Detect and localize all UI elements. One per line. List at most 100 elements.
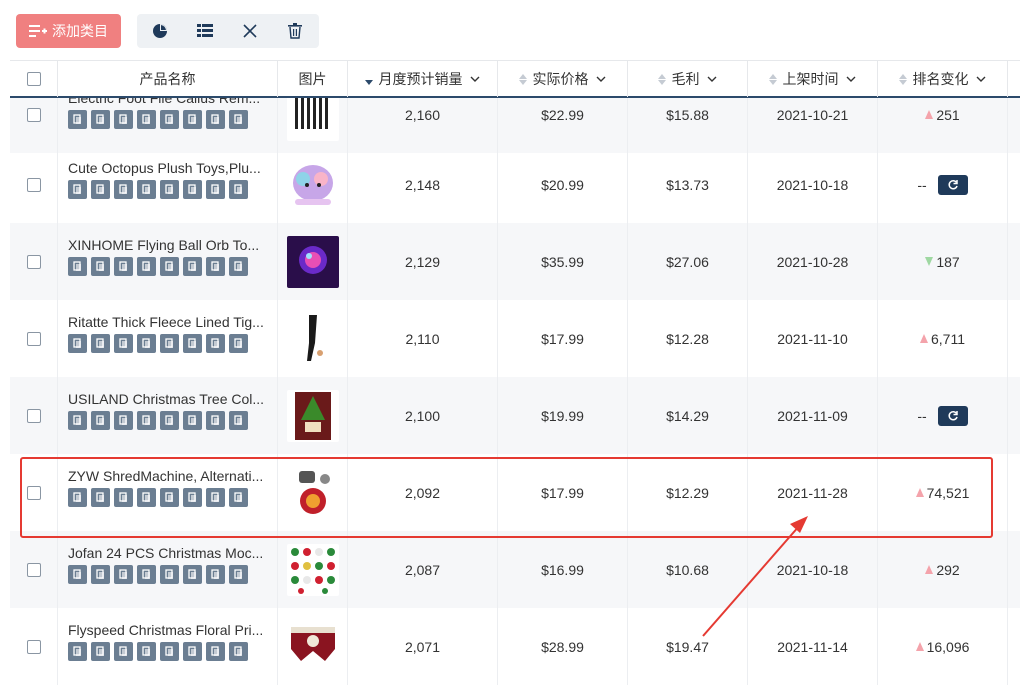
duplicate-icon[interactable] [91,565,110,584]
product-thumbnail[interactable] [286,543,339,596]
col-price[interactable]: 实际价格 [498,61,628,97]
hammer-icon[interactable] [137,257,156,276]
row-checkbox[interactable] [26,562,41,577]
calculator-icon[interactable] [206,488,225,507]
refresh-button[interactable] [937,405,968,426]
product-thumbnail[interactable] [286,620,339,673]
select-all-checkbox[interactable] [26,72,41,86]
copy-icon[interactable] [68,565,87,584]
hammer-icon[interactable] [114,257,133,276]
review-icon[interactable] [183,642,202,661]
product-thumbnail[interactable] [286,158,339,211]
review-icon[interactable] [183,411,202,430]
chart-icon[interactable] [229,411,248,430]
hammer-icon[interactable] [160,257,179,276]
product-name[interactable]: XINHOME Flying Ball Orb To... [68,237,268,255]
product-name[interactable]: ZYW ShredMachine, Alternati... [68,468,268,486]
clear-button[interactable] [227,14,272,48]
copy-icon[interactable] [68,257,87,276]
copy-icon[interactable] [68,334,87,353]
hammer-icon[interactable] [137,411,156,430]
product-name[interactable]: Electric Foot File Callus Rem... [68,98,268,108]
hammer-icon[interactable] [114,411,133,430]
pie-chart-button[interactable] [137,14,182,48]
chevron-down-icon[interactable] [595,73,607,85]
hammer-icon[interactable] [160,180,179,199]
hammer-icon[interactable] [160,642,179,661]
hammer-icon[interactable] [137,642,156,661]
product-name[interactable]: Ritatte Thick Fleece Lined Tig... [68,314,268,332]
calculator-icon[interactable] [206,180,225,199]
product-thumbnail[interactable] [286,235,339,288]
add-category-button[interactable]: 添加类目 [16,14,121,48]
copy-icon[interactable] [68,411,87,430]
hammer-icon[interactable] [114,565,133,584]
copy-icon[interactable] [68,180,87,199]
hammer-icon[interactable] [160,411,179,430]
hammer-icon[interactable] [137,334,156,353]
duplicate-icon[interactable] [91,257,110,276]
hammer-icon[interactable] [114,180,133,199]
product-thumbnail[interactable] [286,466,339,519]
calculator-icon[interactable] [206,257,225,276]
duplicate-icon[interactable] [91,411,110,430]
hammer-icon[interactable] [137,180,156,199]
row-checkbox[interactable] [26,254,41,269]
hammer-icon[interactable] [160,334,179,353]
hammer-icon[interactable] [114,334,133,353]
duplicate-icon[interactable] [91,110,110,129]
hammer-icon[interactable] [114,110,133,129]
product-thumbnail[interactable] [286,98,339,141]
row-checkbox[interactable] [26,639,41,654]
hammer-icon[interactable] [137,565,156,584]
col-margin[interactable]: 毛利 [628,61,748,97]
chevron-down-icon[interactable] [469,73,481,85]
hammer-icon[interactable] [160,110,179,129]
review-icon[interactable] [183,180,202,199]
calculator-icon[interactable] [206,411,225,430]
chevron-down-icon[interactable] [975,73,987,85]
review-icon[interactable] [183,110,202,129]
delete-button[interactable] [272,14,317,48]
duplicate-icon[interactable] [91,642,110,661]
hammer-icon[interactable] [160,488,179,507]
review-icon[interactable] [183,565,202,584]
duplicate-icon[interactable] [91,180,110,199]
product-thumbnail[interactable] [286,312,339,365]
chart-icon[interactable] [229,642,248,661]
review-icon[interactable] [183,488,202,507]
hammer-icon[interactable] [137,488,156,507]
calculator-icon[interactable] [206,565,225,584]
chevron-down-icon[interactable] [845,73,857,85]
calculator-icon[interactable] [206,110,225,129]
row-checkbox[interactable] [26,107,41,122]
chevron-down-icon[interactable] [706,73,718,85]
chart-icon[interactable] [229,565,248,584]
copy-icon[interactable] [68,110,87,129]
product-name[interactable]: USILAND Christmas Tree Col... [68,391,268,409]
duplicate-icon[interactable] [91,488,110,507]
col-monthly-sales[interactable]: 月度预计销量 [348,61,498,97]
product-name[interactable]: Flyspeed Christmas Floral Pri... [68,622,268,640]
row-checkbox[interactable] [26,331,41,346]
hammer-icon[interactable] [160,565,179,584]
row-checkbox[interactable] [26,485,41,500]
copy-icon[interactable] [68,488,87,507]
hammer-icon[interactable] [114,642,133,661]
chart-icon[interactable] [229,180,248,199]
chart-icon[interactable] [229,334,248,353]
review-icon[interactable] [183,257,202,276]
col-listed-date[interactable]: 上架时间 [748,61,878,97]
list-view-button[interactable] [182,14,227,48]
product-name[interactable]: Cute Octopus Plush Toys,Plu... [68,160,268,178]
chart-icon[interactable] [229,488,248,507]
row-checkbox[interactable] [26,408,41,423]
calculator-icon[interactable] [206,334,225,353]
chart-icon[interactable] [229,110,248,129]
hammer-icon[interactable] [114,488,133,507]
col-product-name[interactable]: 产品名称 [58,61,278,97]
col-rank-change[interactable]: 排名变化 [878,61,1008,97]
review-icon[interactable] [183,334,202,353]
copy-icon[interactable] [68,642,87,661]
calculator-icon[interactable] [206,642,225,661]
